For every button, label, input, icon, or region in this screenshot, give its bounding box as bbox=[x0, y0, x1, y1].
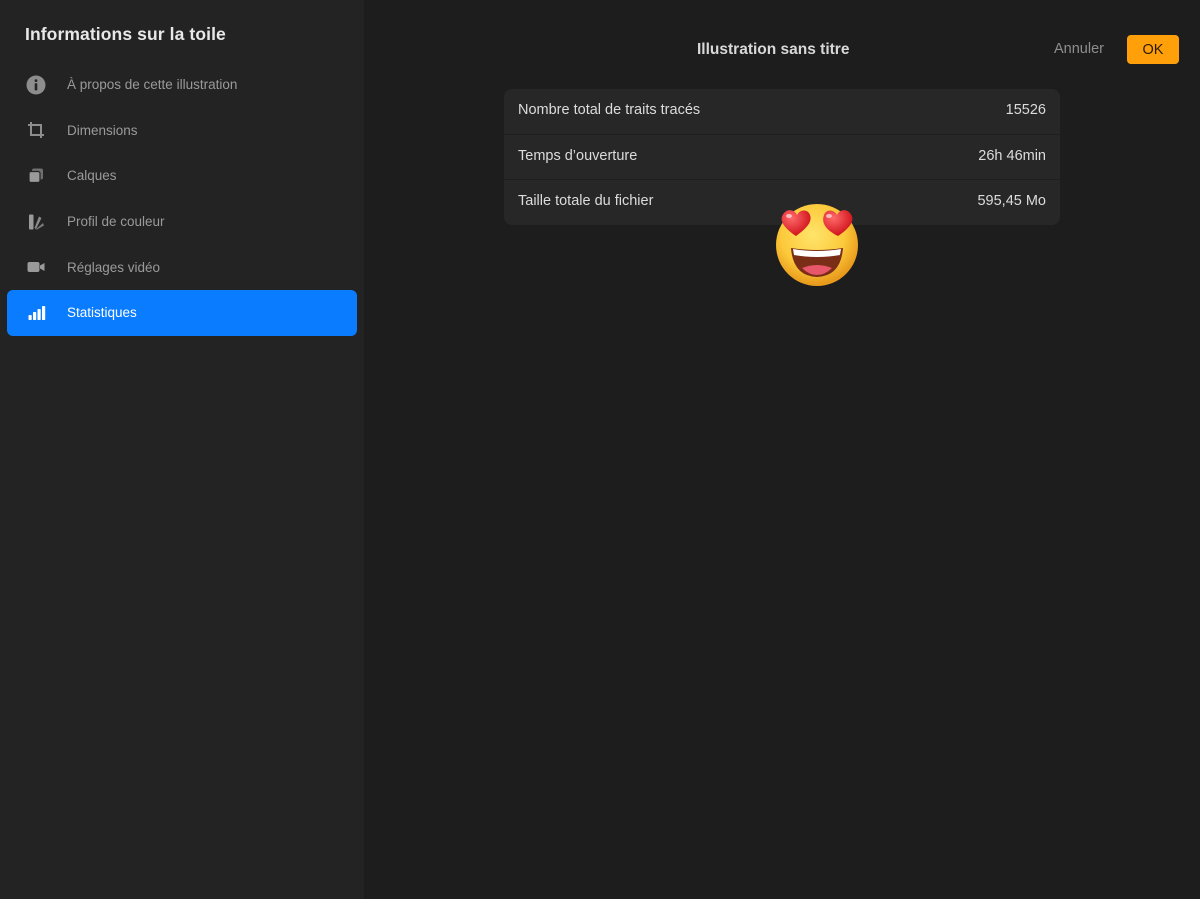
info-icon bbox=[26, 75, 46, 95]
sidebar-item-label: Calques bbox=[67, 168, 117, 184]
sidebar-item-about[interactable]: À propos de cette illustration bbox=[7, 62, 357, 108]
sidebar-item-label: À propos de cette illustration bbox=[67, 77, 238, 93]
sidebar-item-label: Statistiques bbox=[67, 305, 137, 321]
sidebar-item-label: Profil de couleur bbox=[67, 214, 165, 230]
stats-row-tracking-time: Temps d’ouverture 26h 46min bbox=[504, 135, 1060, 181]
color-profile-icon bbox=[26, 212, 46, 232]
document-title: Illustration sans titre bbox=[697, 41, 850, 58]
main-panel: Illustration sans titre Annuler OK Nombr… bbox=[364, 0, 1200, 899]
stats-row-value: 15526 bbox=[1005, 102, 1046, 118]
stats-row-label: Nombre total de traits tracés bbox=[518, 102, 701, 118]
sidebar-item-layers[interactable]: Calques bbox=[7, 153, 357, 199]
cancel-button[interactable]: Annuler bbox=[1054, 41, 1104, 57]
layers-icon bbox=[26, 166, 46, 186]
app-window: Informations sur la toile À propos de ce… bbox=[0, 0, 1200, 899]
ok-button[interactable]: OK bbox=[1127, 35, 1179, 64]
stats-row-strokes: Nombre total de traits tracés 15526 bbox=[504, 89, 1060, 135]
sidebar-list: À propos de cette illustration Dimension… bbox=[7, 62, 357, 336]
heart-eyes-emoji-icon bbox=[772, 198, 862, 288]
stats-row-value: 26h 46min bbox=[978, 147, 1046, 164]
bar-chart-icon bbox=[26, 303, 46, 323]
sidebar-item-color-profile[interactable]: Profil de couleur bbox=[7, 199, 357, 245]
sidebar-item-label: Réglages vidéo bbox=[67, 259, 161, 275]
stats-row-value: 595,45 Mo bbox=[977, 193, 1046, 210]
sidebar-item-video-settings[interactable]: Réglages vidéo bbox=[7, 244, 357, 290]
sidebar-item-statistics[interactable]: Statistiques bbox=[7, 289, 357, 336]
stats-row-label: Taille totale du fichier bbox=[518, 193, 654, 210]
sidebar-title: Informations sur la toile bbox=[25, 24, 226, 44]
sidebar: Informations sur la toile À propos de ce… bbox=[0, 0, 364, 899]
sidebar-item-label: Dimensions bbox=[67, 122, 138, 138]
crop-icon bbox=[26, 120, 46, 140]
stats-row-label: Temps d’ouverture bbox=[518, 147, 638, 164]
video-camera-icon bbox=[26, 257, 46, 277]
sidebar-item-dimensions[interactable]: Dimensions bbox=[7, 108, 357, 154]
